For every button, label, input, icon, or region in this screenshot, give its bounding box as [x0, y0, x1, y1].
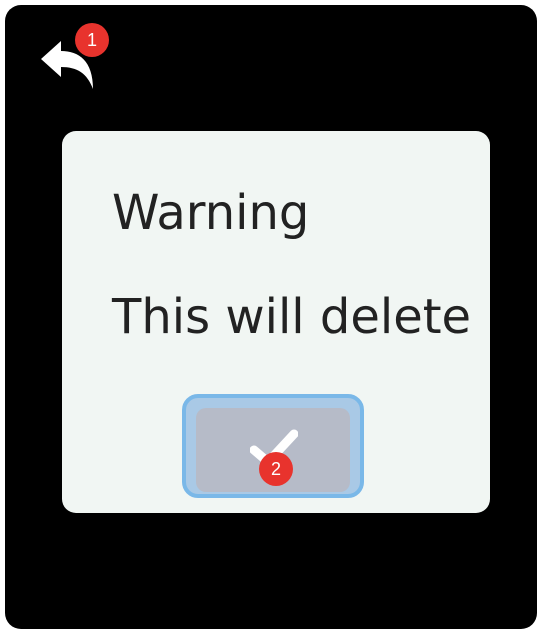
dialog-title: Warning — [112, 185, 310, 241]
annotation-marker-1: 1 — [75, 23, 109, 57]
watch-screen: 1 Warning This will delete 2 — [5, 5, 537, 629]
confirm-focus-ring: 2 — [182, 394, 364, 498]
annotation-marker-2: 2 — [259, 452, 293, 486]
dialog-message: This will delete — [112, 289, 472, 345]
warning-dialog: Warning This will delete 2 — [62, 131, 490, 513]
